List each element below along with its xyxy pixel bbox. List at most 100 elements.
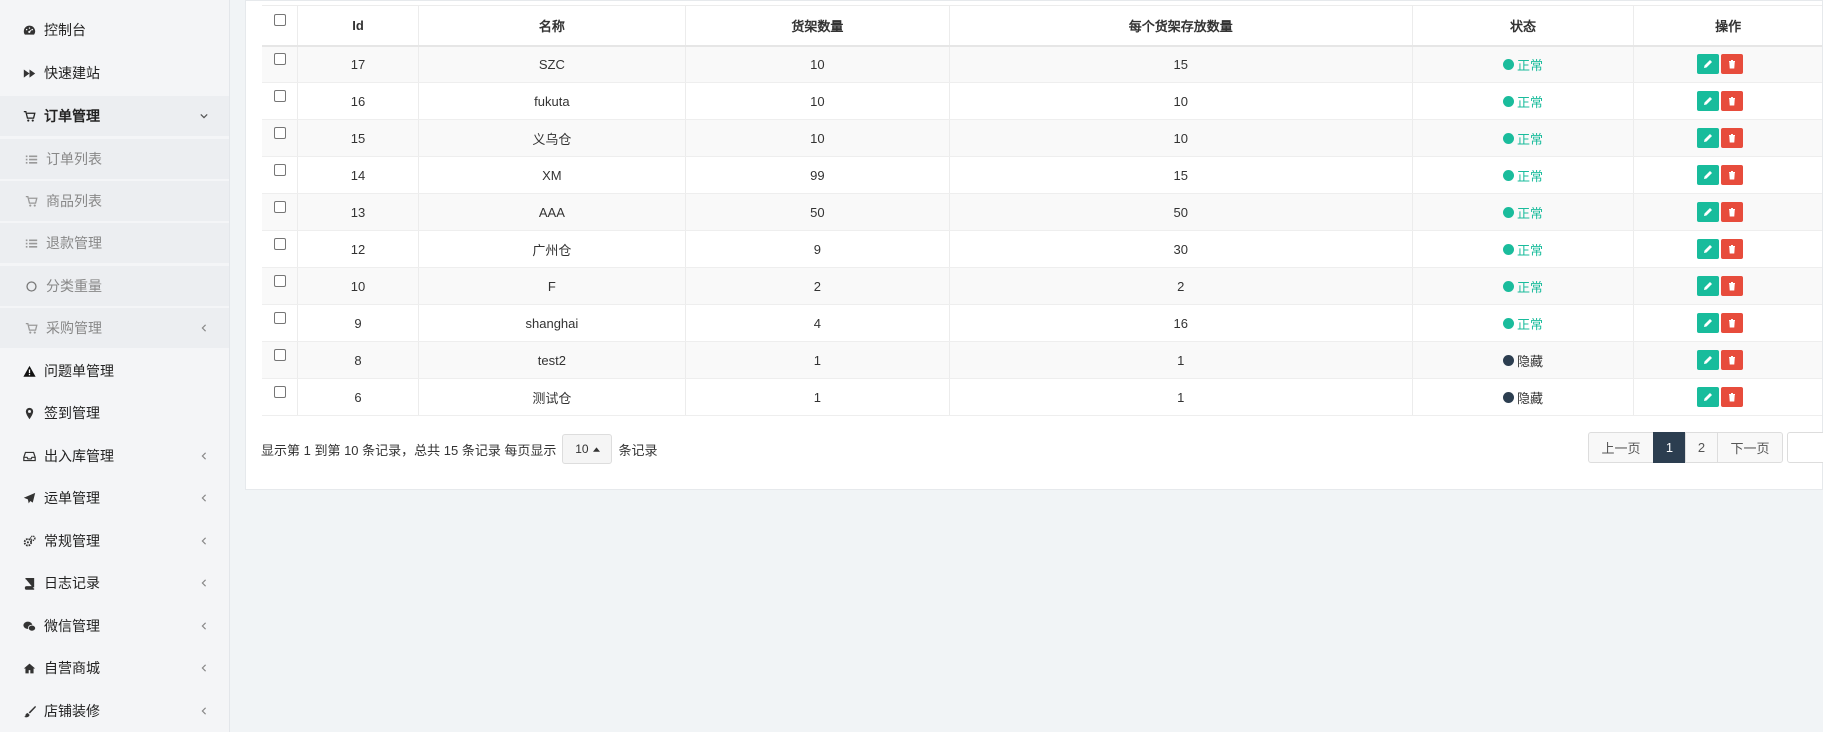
list-icon xyxy=(24,236,38,250)
chevron-left-icon xyxy=(199,536,209,546)
sidebar-item-label: 采购管理 xyxy=(46,320,102,336)
row-select-cell[interactable] xyxy=(262,378,299,416)
sidebar-item-orders[interactable]: 订单管理 xyxy=(0,96,229,136)
page-size-value: 10 xyxy=(575,442,589,456)
edit-button[interactable] xyxy=(1697,350,1720,370)
page-jump-input[interactable] xyxy=(1787,432,1823,463)
row-select-cell[interactable] xyxy=(262,45,299,83)
column-header-id[interactable]: Id xyxy=(297,5,419,47)
column-header-name[interactable]: 名称 xyxy=(418,5,686,47)
page-1-button[interactable]: 1 xyxy=(1653,432,1686,463)
sidebar-item-dashboard[interactable]: 控制台 xyxy=(0,10,229,50)
row-select-cell[interactable] xyxy=(262,230,299,268)
row-checkbox[interactable] xyxy=(273,237,286,250)
row-checkbox[interactable] xyxy=(273,163,286,176)
status-badge: 正常 xyxy=(1503,92,1543,111)
wechat-icon xyxy=(22,619,36,633)
column-header-per-shelf[interactable]: 每个货架存放数量 xyxy=(949,5,1413,47)
delete-button[interactable] xyxy=(1721,239,1744,259)
delete-button[interactable] xyxy=(1721,91,1744,111)
row-checkbox[interactable] xyxy=(273,348,286,361)
delete-button[interactable] xyxy=(1721,54,1744,75)
column-header-status[interactable]: 状态 xyxy=(1412,5,1635,47)
delete-button[interactable] xyxy=(1721,165,1744,185)
cart-icon xyxy=(24,321,38,335)
cell-name: 义乌仓 xyxy=(418,119,686,157)
edit-button[interactable] xyxy=(1697,276,1720,296)
row-checkbox[interactable] xyxy=(273,311,286,324)
pagination: 上一页 1 2 下一页 xyxy=(1588,432,1783,463)
delete-button[interactable] xyxy=(1721,313,1744,333)
page-2-button[interactable]: 2 xyxy=(1685,432,1718,463)
next-page-button[interactable]: 下一页 xyxy=(1717,432,1783,463)
row-select-cell[interactable] xyxy=(262,193,299,231)
sidebar-item-checkin[interactable]: 签到管理 xyxy=(0,393,229,433)
sidebar-item-label: 问题单管理 xyxy=(44,363,114,379)
pencil-icon xyxy=(1704,319,1713,327)
edit-button[interactable] xyxy=(1697,202,1720,222)
sidebar-item-waybills[interactable]: 运单管理 xyxy=(0,478,229,518)
row-select-cell[interactable] xyxy=(262,304,299,342)
column-header-shelves[interactable]: 货架数量 xyxy=(685,5,950,47)
cell-actions xyxy=(1633,378,1822,416)
warehouse-table: Id 名称 货架数量 每个货架存放数量 状态 操作 17 SZC 10 15 正常 16 f… xyxy=(262,5,1822,416)
row-checkbox[interactable] xyxy=(273,274,286,287)
sidebar-item-category-weight[interactable]: 分类重量 xyxy=(0,266,229,306)
row-select-cell[interactable] xyxy=(262,267,299,305)
row-checkbox[interactable] xyxy=(273,200,286,213)
sidebar-item-warehouse-io[interactable]: 出入库管理 xyxy=(0,436,229,476)
sidebar-item-issues[interactable]: 问题单管理 xyxy=(0,351,229,391)
cell-status: 正常 xyxy=(1412,193,1635,231)
cell-per-shelf: 10 xyxy=(949,82,1413,120)
cell-name: SZC xyxy=(418,45,686,83)
sidebar-item-label: 出入库管理 xyxy=(44,448,114,464)
cell-per-shelf: 16 xyxy=(949,304,1413,342)
edit-button[interactable] xyxy=(1697,91,1720,111)
sidebar-item-order-list[interactable]: 订单列表 xyxy=(0,139,229,179)
prev-page-button[interactable]: 上一页 xyxy=(1588,432,1654,463)
row-checkbox[interactable] xyxy=(273,126,286,139)
cell-name: F xyxy=(418,267,686,305)
row-select-cell[interactable] xyxy=(262,82,299,120)
edit-button[interactable] xyxy=(1697,54,1720,75)
cell-name: AAA xyxy=(418,193,686,231)
sidebar-item-general[interactable]: 常规管理 xyxy=(0,521,229,561)
status-text: 隐藏 xyxy=(1517,390,1544,406)
select-all-cell[interactable] xyxy=(262,5,299,47)
cell-id: 8 xyxy=(297,341,419,379)
sidebar-item-purchasing[interactable]: 采购管理 xyxy=(0,308,229,348)
sidebar-item-mall[interactable]: 自营商城 xyxy=(0,648,229,688)
delete-button[interactable] xyxy=(1721,350,1744,370)
sidebar-item-refunds[interactable]: 退款管理 xyxy=(0,223,229,263)
row-select-cell[interactable] xyxy=(262,156,299,194)
row-checkbox[interactable] xyxy=(273,52,286,65)
row-checkbox[interactable] xyxy=(273,385,286,398)
delete-button[interactable] xyxy=(1721,202,1744,222)
cell-per-shelf: 1 xyxy=(949,341,1413,379)
sidebar-item-product-list[interactable]: 商品列表 xyxy=(0,181,229,221)
select-all-checkbox[interactable] xyxy=(273,13,286,26)
edit-button[interactable] xyxy=(1697,239,1720,259)
sidebar-item-store-decoration[interactable]: 店铺装修 xyxy=(0,691,229,731)
delete-button[interactable] xyxy=(1721,276,1744,296)
delete-button[interactable] xyxy=(1721,387,1744,407)
cell-name: shanghai xyxy=(418,304,686,342)
row-select-cell[interactable] xyxy=(262,119,299,157)
edit-button[interactable] xyxy=(1697,313,1720,333)
row-select-cell[interactable] xyxy=(262,341,299,379)
edit-button[interactable] xyxy=(1697,128,1720,148)
sidebar-item-quick-site[interactable]: 快速建站 xyxy=(0,53,229,93)
trash-icon xyxy=(1729,356,1736,365)
chevron-left-icon xyxy=(199,451,209,461)
pencil-icon xyxy=(1704,393,1713,401)
page-size-dropdown[interactable]: 10 xyxy=(562,434,613,464)
row-checkbox[interactable] xyxy=(273,89,286,102)
cell-actions xyxy=(1633,304,1822,342)
sidebar-item-wechat[interactable]: 微信管理 xyxy=(0,606,229,646)
chevron-down-icon xyxy=(199,111,209,121)
cell-shelves: 99 xyxy=(685,156,950,194)
sidebar-item-logs[interactable]: 日志记录 xyxy=(0,563,229,603)
edit-button[interactable] xyxy=(1697,165,1720,185)
edit-button[interactable] xyxy=(1697,387,1720,407)
delete-button[interactable] xyxy=(1721,128,1744,148)
